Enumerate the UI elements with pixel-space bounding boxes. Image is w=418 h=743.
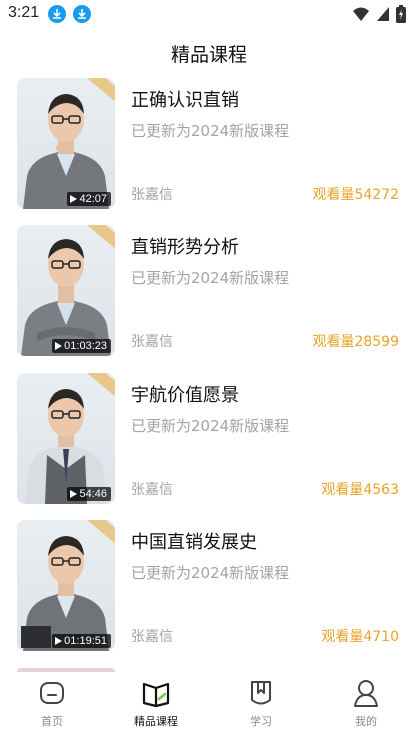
nav-home[interactable]: 首页 — [12, 678, 92, 729]
status-time: 3:21 — [8, 4, 40, 21]
course-thumbnail[interactable]: 01:19:51 — [17, 520, 115, 651]
lecturer-photo — [21, 536, 109, 651]
nav-label: 学习 — [250, 715, 272, 728]
home-icon — [40, 682, 64, 704]
play-icon — [55, 342, 63, 350]
signal-icon — [376, 6, 390, 26]
page-title: 精品课程 — [170, 44, 247, 66]
download-icon — [73, 5, 91, 23]
lecturer-photo — [23, 94, 109, 209]
course-title[interactable]: 正确认识直销 — [131, 86, 239, 112]
nav-label: 精品课程 — [134, 715, 178, 728]
video-duration: 01:19:51 — [52, 634, 111, 648]
course-list[interactable]: 42:07 正确认识直销 已更新为2024新版课程 张嘉信 观看量54272 0… — [0, 78, 418, 670]
download-icon — [48, 5, 66, 23]
lecturer-photo — [21, 239, 111, 356]
course-views: 观看量28599 — [312, 334, 399, 350]
nav-label: 首页 — [41, 715, 63, 728]
course-subtitle: 已更新为2024新版课程 — [131, 269, 290, 287]
course-title[interactable]: 宇航价值愿景 — [131, 381, 239, 407]
video-duration: 42:07 — [67, 192, 111, 206]
course-subtitle: 已更新为2024新版课程 — [131, 417, 290, 435]
nav-label: 我的 — [355, 715, 377, 728]
course-thumbnail[interactable]: 42:07 — [17, 78, 115, 209]
course-author: 张嘉信 — [131, 334, 173, 350]
nav-courses[interactable]: 精品课程 — [116, 678, 196, 729]
course-card[interactable]: 42:07 正确认识直销 已更新为2024新版课程 张嘉信 观看量54272 — [0, 78, 418, 210]
profile-icon — [354, 680, 378, 707]
bottom-nav: 首页 精品课程 学习 我的 — [0, 672, 418, 743]
course-author: 张嘉信 — [131, 629, 173, 645]
course-author: 张嘉信 — [131, 187, 173, 203]
course-card[interactable]: 01:03:23 直销形势分析 已更新为2024新版课程 张嘉信 观看量2859… — [0, 225, 418, 357]
course-card[interactable]: 54:46 宇航价值愿景 已更新为2024新版课程 张嘉信 观看量4563 — [0, 373, 418, 505]
play-icon — [70, 490, 78, 498]
course-views: 观看量4563 — [321, 482, 399, 498]
course-card[interactable]: 01:19:51 中国直销发展史 已更新为2024新版课程 张嘉信 观看量471… — [0, 520, 418, 652]
nav-study[interactable]: 学习 — [221, 678, 301, 729]
course-subtitle: 已更新为2024新版课程 — [131, 564, 290, 582]
course-views: 观看量54272 — [312, 187, 399, 203]
video-duration: 01:03:23 — [52, 339, 111, 353]
course-views: 观看量4710 — [321, 629, 399, 645]
course-thumbnail[interactable]: 54:46 — [17, 373, 115, 504]
battery-icon — [396, 5, 406, 27]
wifi-icon — [352, 6, 370, 26]
status-bar: 3:21 — [0, 0, 418, 28]
video-duration: 54:46 — [67, 487, 111, 501]
play-icon — [55, 637, 63, 645]
course-title[interactable]: 中国直销发展史 — [131, 528, 257, 554]
course-title[interactable]: 直销形势分析 — [131, 233, 239, 259]
course-subtitle: 已更新为2024新版课程 — [131, 122, 290, 140]
book-icon — [142, 682, 170, 708]
play-icon — [70, 195, 78, 203]
course-author: 张嘉信 — [131, 482, 173, 498]
nav-profile[interactable]: 我的 — [326, 678, 406, 729]
lecturer-photo — [25, 389, 107, 504]
course-thumbnail[interactable]: 01:03:23 — [17, 225, 115, 356]
bookmark-icon — [251, 681, 271, 705]
